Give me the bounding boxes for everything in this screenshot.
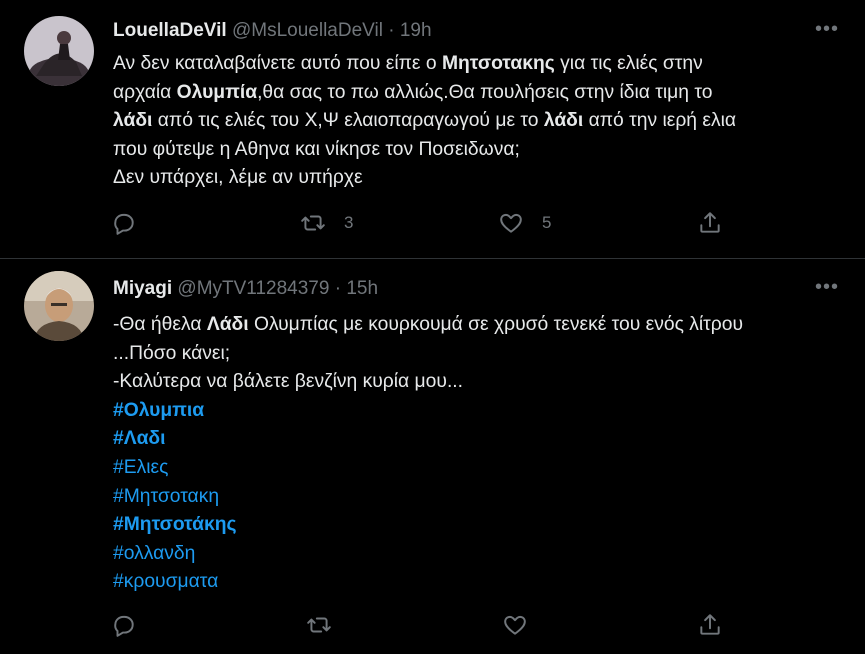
avatar[interactable] <box>24 16 94 86</box>
share-icon <box>700 212 720 233</box>
tweet[interactable]: Miyagi @MyTV11284379 · 15h ••• -Θα ήθελα… <box>0 259 865 654</box>
hashtag-link[interactable]: #Λαδι <box>113 425 743 454</box>
hashtag-link[interactable]: #Μητσοτάκης <box>113 511 743 540</box>
tweet-line: -Καλύτερα να βάλετε βενζίνη κυρία μου... <box>113 371 464 393</box>
timestamp[interactable]: 15h <box>346 278 378 299</box>
tweet-line: Αν δεν καταλαβαίνετε αυτό που είπε ο Μητ… <box>113 53 703 74</box>
reply-button[interactable] <box>111 210 137 236</box>
more-icon[interactable]: ••• <box>815 18 839 41</box>
tweet-line: αρχαία Ολυμπία,θα σας το πω αλλιώς.Θα πο… <box>113 81 713 103</box>
reply-icon <box>114 213 134 235</box>
user-handle[interactable]: @MsLouellaDeVil <box>232 20 383 41</box>
separator: · <box>334 278 342 299</box>
tweet-header: Miyagi @MyTV11284379 · 15h <box>113 278 378 300</box>
like-button[interactable]: 5 <box>498 210 551 236</box>
retweet-icon <box>307 617 331 633</box>
hashtag-link[interactable]: #Μητσοτακη <box>113 483 743 512</box>
more-icon[interactable]: ••• <box>815 276 839 299</box>
reply-button[interactable] <box>111 612 137 638</box>
like-button[interactable] <box>502 612 528 638</box>
timestamp[interactable]: 19h <box>400 20 432 41</box>
share-button[interactable] <box>697 612 723 638</box>
tweet-line: που φύτεψε η Αθηνα και νίκησε τον Ποσειδ… <box>113 138 520 160</box>
tweet-line: ...Πόσο κάνει; <box>113 342 231 364</box>
tweet-text: -Θα ήθελα Λάδι Ολυμπίας με κουρκουμά σε … <box>113 311 743 597</box>
hashtag-link[interactable]: #Ολυμπια <box>113 397 743 426</box>
hashtag-link[interactable]: #κρουσματα <box>113 568 743 597</box>
tweet-header: LouellaDeVil @MsLouellaDeVil · 19h <box>113 20 432 42</box>
hashtag-link[interactable]: #ολλανδη <box>113 540 743 569</box>
tweet-actions <box>0 612 865 642</box>
retweet-button[interactable]: 3 <box>300 210 353 236</box>
like-count: 5 <box>542 213 552 232</box>
hashtag-link[interactable]: #Ελιες <box>113 454 743 483</box>
like-icon <box>500 213 522 233</box>
share-button[interactable] <box>697 210 723 236</box>
retweet-icon <box>301 215 325 231</box>
like-icon <box>504 615 526 635</box>
tweet[interactable]: LouellaDeVil @MsLouellaDeVil · 19h ••• Α… <box>0 0 865 259</box>
retweet-button[interactable] <box>306 612 332 638</box>
tweet-line: Δεν υπάρχει, λέμε αν υπήρχε <box>113 167 363 189</box>
tweet-actions: 3 5 <box>0 210 865 240</box>
avatar[interactable] <box>24 271 94 341</box>
share-icon <box>700 614 720 635</box>
user-handle[interactable]: @MyTV11284379 <box>177 278 329 299</box>
tweet-text: Αν δεν καταλαβαίνετε αυτό που είπε ο Μητ… <box>113 50 736 193</box>
separator: · <box>388 20 395 41</box>
display-name[interactable]: LouellaDeVil <box>113 20 227 41</box>
retweet-count: 3 <box>344 213 354 232</box>
tweet-line: -Θα ήθελα Λάδι Ολυμπίας με κουρκουμά σε … <box>113 314 744 335</box>
tweet-line: λάδι από τις ελιές του Χ,Ψ ελαιοπαραγωγο… <box>113 110 737 132</box>
reply-icon <box>114 615 134 637</box>
display-name[interactable]: Miyagi <box>113 278 172 299</box>
